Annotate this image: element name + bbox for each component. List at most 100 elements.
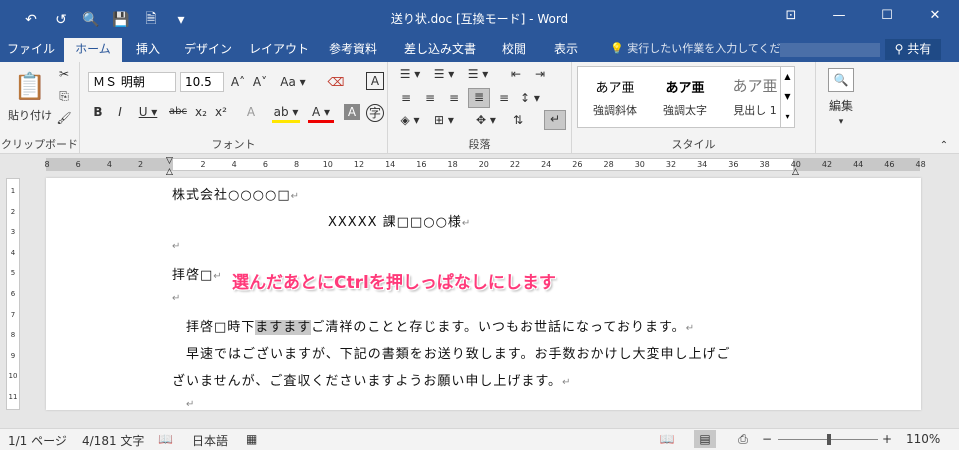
page-count[interactable]: 1/1 ページ (8, 432, 67, 449)
enclosed-character-icon[interactable]: A (366, 72, 384, 90)
word-count[interactable]: 4/181 文字 (82, 432, 144, 449)
collapse-ribbon-icon[interactable]: ⌃ (936, 138, 952, 154)
underline-icon[interactable]: U ▾ (134, 104, 162, 120)
strikethrough-icon[interactable]: abc (166, 104, 190, 120)
change-case-icon[interactable]: Aa ▾ (276, 74, 310, 90)
enclose-characters-icon[interactable]: 字 (366, 104, 384, 122)
subscript-icon[interactable]: x₂ (192, 104, 210, 120)
text-effects-icon[interactable]: A (242, 104, 260, 120)
document-page[interactable]: 株式会社○○○○□↵ XXXXX 課□□○○様↵ ↵ 拝啓□↵ ↵ 拝啓□時下ま… (46, 178, 921, 410)
multilevel-list-icon[interactable]: ☰ ▾ (464, 66, 492, 82)
grow-font-icon[interactable]: A˄ (228, 74, 248, 90)
increase-indent-icon[interactable]: ⇥ (530, 66, 550, 82)
doc-line-empty-2[interactable]: ↵ (172, 290, 181, 305)
doc-line-body-3[interactable]: ざいませんが、ご査収くださいますようお願い申し上げます。↵ (172, 370, 571, 389)
maximize-button[interactable]: ☐ (863, 0, 911, 32)
tab-file[interactable]: ファイル (0, 38, 62, 62)
editing-button-label[interactable]: 編集 (820, 98, 862, 114)
ruler-number: 22 (509, 160, 521, 169)
left-indent-marker[interactable]: △ (166, 167, 173, 177)
style-emphasis-bold[interactable]: あア亜 強調太字 (650, 67, 720, 127)
account-name-blurred (780, 43, 880, 57)
tab-review[interactable]: 校閲 (492, 38, 536, 62)
zoom-slider-thumb[interactable] (827, 434, 831, 445)
shrink-font-icon[interactable]: A˅ (250, 74, 270, 90)
show-hide-marks-icon[interactable]: ↵ (544, 110, 566, 130)
zoom-in-icon[interactable]: + (882, 432, 892, 446)
language-indicator[interactable]: 日本語 (192, 432, 228, 449)
ribbon-display-options-icon[interactable]: ⊡ (767, 0, 815, 32)
tab-view[interactable]: 表示 (544, 38, 588, 62)
superscript-icon[interactable]: x² (212, 104, 230, 120)
borders-icon[interactable]: ⊞ ▾ (430, 112, 458, 128)
clipboard-group: 📋 貼り付け ✂ ⎘ 🖌 クリップボード (0, 62, 80, 154)
bold-icon[interactable]: B (90, 104, 106, 120)
decrease-indent-icon[interactable]: ⇤ (506, 66, 526, 82)
ruler-number: 14 (385, 160, 396, 169)
paragraph-mark: ↵ (172, 241, 182, 252)
styles-scroll[interactable]: ▲ ▼ ▾ (780, 67, 794, 127)
zoom-out-icon[interactable]: − (762, 432, 772, 446)
paste-button-label[interactable]: 貼り付け (6, 108, 54, 124)
distributed-icon[interactable]: ≡ (494, 90, 514, 106)
tab-references[interactable]: 参考資料 (318, 38, 388, 62)
doc-line-recipient[interactable]: XXXXX 課□□○○様↵ (328, 211, 471, 230)
font-name-combo[interactable]: ＭＳ 明朝 (88, 72, 176, 92)
italic-icon[interactable]: I (112, 104, 128, 120)
ribbon-tab-bar: ファイル ホーム 挿入 デザイン レイアウト 参考資料 差し込み文書 校閲 表示… (0, 38, 959, 62)
doc-line-greeting[interactable]: 拝啓□↵ (172, 264, 223, 283)
doc-line-body-2[interactable]: 早速ではございますが、下記の書類をお送り致します。お手数おかけし大変申し上げご (186, 343, 730, 362)
justify-icon[interactable]: ≣ (468, 88, 490, 108)
font-color-icon[interactable]: A ▾ (308, 104, 334, 123)
highlight-color-icon[interactable]: ab ▾ (272, 104, 300, 123)
close-button[interactable]: ✕ (911, 0, 959, 32)
character-shading-icon[interactable]: A (344, 104, 360, 120)
align-left-icon[interactable]: ≡ (396, 90, 416, 106)
asian-layout-icon[interactable]: ✥ ▾ (472, 112, 500, 128)
style-name: 強調太字 (663, 104, 707, 117)
clear-formatting-icon[interactable]: ⌫ (326, 74, 346, 90)
tab-layout[interactable]: レイアウト (246, 38, 312, 62)
proofing-icon[interactable]: 📖 (158, 432, 173, 446)
copy-icon[interactable]: ⎘ (54, 88, 74, 104)
bullets-icon[interactable]: ☰ ▾ (396, 66, 424, 82)
numbering-icon[interactable]: ☰ ▾ (430, 66, 458, 82)
read-mode-icon[interactable]: 📖 (656, 430, 678, 448)
minimize-button[interactable]: — (815, 0, 863, 32)
tab-home[interactable]: ホーム (64, 38, 122, 62)
find-icon[interactable]: 🔍 (828, 68, 854, 92)
shading-icon[interactable]: ◈ ▾ (396, 112, 424, 128)
tab-design[interactable]: デザイン (176, 38, 240, 62)
paragraph-mark: ↵ (290, 191, 301, 202)
sort-icon[interactable]: ⇅ (508, 112, 528, 128)
paragraph-mark: ↵ (685, 323, 696, 334)
style-emphasis-italic[interactable]: あア亜 強調斜体 (580, 67, 650, 127)
cut-icon[interactable]: ✂ (54, 66, 74, 82)
first-line-indent-marker[interactable]: ▽ (166, 156, 173, 166)
paragraph-mark: ↵ (172, 293, 182, 304)
align-center-icon[interactable]: ≡ (420, 90, 440, 106)
ruler-track[interactable]: 8 6 4 2 2 4 6 8 10 12 14 16 18 20 22 24 26 28 30 32 34 36 38 40… (44, 158, 926, 171)
font-size-combo[interactable]: 10.5 (180, 72, 224, 92)
tab-mailings[interactable]: 差し込み文書 (396, 38, 484, 62)
vertical-ruler-number: 1 (10, 187, 16, 195)
print-layout-icon[interactable]: ▤ (694, 430, 716, 448)
macro-recording-icon[interactable]: ▦ (246, 432, 257, 446)
share-button[interactable]: ⚲ 共有 (885, 39, 941, 60)
font-group-label: フォント (211, 138, 256, 151)
right-indent-marker[interactable]: △ (792, 167, 799, 177)
editing-dropdown-icon[interactable]: ▾ (820, 114, 862, 130)
ruler-number: 46 (884, 160, 895, 169)
tab-insert[interactable]: 挿入 (126, 38, 170, 62)
doc-line-body-1[interactable]: 拝啓□時下ますますご清祥のことと存じます。いつもお世話になっております。↵ (186, 316, 695, 335)
zoom-level[interactable]: 110% (906, 432, 940, 446)
format-painter-icon[interactable]: 🖌 (54, 110, 74, 126)
doc-line-empty-1[interactable]: ↵ (172, 238, 181, 253)
align-right-icon[interactable]: ≡ (444, 90, 464, 106)
paste-icon[interactable]: 📋 (12, 68, 48, 106)
line-spacing-icon[interactable]: ↕ ▾ (516, 90, 544, 106)
doc-line-company[interactable]: 株式会社○○○○□↵ (172, 184, 300, 203)
tell-me-box[interactable]: 💡 実行したい作業を入力してくださ (610, 38, 792, 62)
web-layout-icon[interactable]: ⎙ (732, 430, 754, 448)
doc-line-empty-3[interactable]: ↵ (186, 396, 195, 411)
